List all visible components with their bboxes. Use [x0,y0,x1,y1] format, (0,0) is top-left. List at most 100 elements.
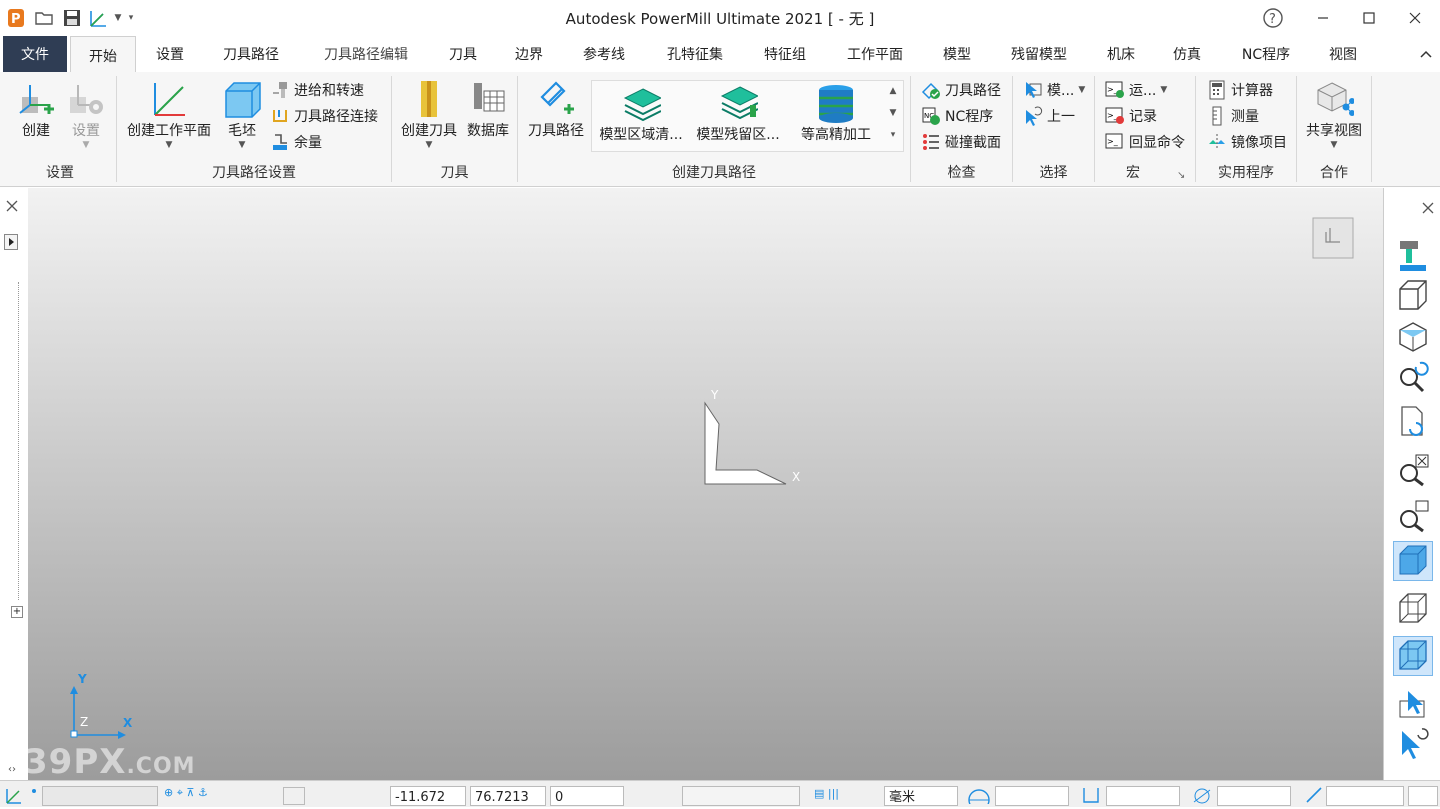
zoom-fit-icon[interactable] [1393,450,1433,490]
status-workplane-icon[interactable] [4,785,40,809]
close-view-toolbar-icon[interactable] [1422,202,1434,218]
machine-tool-icon[interactable] [1393,236,1433,276]
view-cube-button[interactable] [1313,218,1353,258]
coordinate-mode-icon[interactable] [630,787,676,805]
constant-z-finishing-button[interactable]: 等高精加工 [794,82,878,144]
tab-simulation[interactable]: 仿真 [1162,36,1212,72]
ruler-icon[interactable]: ▤ ||| [814,787,880,805]
minimize-button[interactable] [1308,6,1338,30]
tab-toolpath-edit[interactable]: 刀具路径编辑 [308,36,424,72]
tolerance-icon[interactable] [964,786,994,809]
share-view-button[interactable]: 共享视图 ▼ [1302,78,1366,150]
maximize-button[interactable] [1354,6,1384,30]
expand-explorer-icon[interactable] [4,234,18,250]
toolpath-connections-button[interactable]: 刀具路径连接 [270,105,378,127]
depth-icon[interactable] [1304,786,1324,804]
tab-machine[interactable]: 机床 [1098,36,1144,72]
help-icon[interactable]: ? [1258,6,1288,30]
constant-z-icon [816,82,856,124]
tree-expand-icon[interactable]: + [11,606,23,618]
inspect-toolpath-label: 刀具路径 [945,83,1001,99]
gallery-scroll-up[interactable]: ▲ [886,82,900,100]
select-model-dropdown-icon: ▼ [1078,85,1086,95]
echo-commands-button[interactable]: >_ 回显命令 [1105,131,1185,153]
settings-label: 设置 [72,123,100,139]
macro-dialog-launcher-icon[interactable]: ↘ [1177,164,1185,186]
create-workplane-button[interactable]: 创建工作平面 ▼ [122,78,216,150]
collapse-ribbon-icon[interactable] [1416,36,1436,72]
tab-view[interactable]: 视图 [1320,36,1366,72]
select-model-button[interactable]: 模... ▼ [1023,79,1085,101]
angle-icon[interactable] [1190,786,1214,804]
close-button[interactable] [1400,6,1430,30]
status-last-field[interactable] [1408,786,1438,806]
toolpath-button[interactable]: 刀具路径 [524,78,588,140]
tool-database-button[interactable]: 数据库 [464,78,512,140]
wireframe-view-icon[interactable] [1393,589,1433,629]
iso-view-icon[interactable] [1393,276,1433,316]
tab-file[interactable]: 文件 [3,36,67,72]
macro-record-button[interactable]: >_ 记录 [1105,105,1157,127]
tab-tool[interactable]: 刀具 [438,36,488,72]
create-tool-button[interactable]: 创建刀具 ▼ [398,78,460,150]
select-undo-icon[interactable] [1393,722,1433,762]
tab-hole-feature-set[interactable]: 孔特征集 [655,36,735,72]
stepover-icon[interactable] [1080,786,1102,804]
mini-axis-z: Z [80,715,89,729]
tab-model[interactable]: 模型 [933,36,981,72]
calculator-button[interactable]: 计算器 [1207,79,1273,101]
group-label-tool: 刀具 [440,165,469,181]
measure-icon [1207,106,1227,126]
connections-icon [270,106,290,126]
model-area-clearance-button[interactable]: 模型区域清... [595,82,687,144]
create-tool-label: 创建刀具 [401,123,457,139]
tab-workplane[interactable]: 工作平面 [836,36,914,72]
workplane-select[interactable] [42,786,158,806]
allowance-button[interactable]: 余量 [270,131,322,153]
zoom-box-icon[interactable] [1393,496,1433,536]
measure-button[interactable]: 测量 [1207,105,1259,127]
angle-field[interactable] [1217,786,1291,806]
select-previous-button[interactable]: 上一 [1023,105,1075,127]
inspect-toolpath-button[interactable]: 刀具路径 [921,79,1001,101]
top-view-icon[interactable] [1393,316,1433,356]
units-field[interactable]: 毫米 [884,786,958,806]
block-button[interactable]: 毛坯 ▼ [220,78,264,150]
grid-icon[interactable] [283,787,305,805]
tab-nc-program[interactable]: NC程序 [1228,36,1304,72]
inspect-nc-button[interactable]: NC NC程序 [921,105,993,127]
shaded-view-icon[interactable] [1393,541,1433,581]
stepover-field[interactable] [1106,786,1180,806]
block-icon [222,78,262,120]
depth-field[interactable] [1326,786,1404,806]
tab-feature-group[interactable]: 特征组 [754,36,816,72]
inspect-nc-label: NC程序 [945,109,994,125]
refresh-icon[interactable] [1393,402,1433,442]
feeds-speeds-label: 进给和转速 [294,83,364,99]
axis-constraint-icons[interactable]: ⊕ ⌖ ⊼ ⚓ [164,786,208,800]
gallery-expand[interactable]: ▾ [886,126,900,144]
group-label-utilities: 实用程序 [1218,165,1274,181]
select-mode-icon[interactable] [1393,684,1433,724]
tab-boundary[interactable]: 边界 [503,36,555,72]
zoom-rotate-icon[interactable] [1393,356,1433,396]
macro-run-button[interactable]: >_ 运... ▼ [1105,79,1167,101]
tab-pattern[interactable]: 参考线 [572,36,636,72]
explorer-scroll-icon[interactable]: ‹› [8,764,16,775]
feeds-speeds-button[interactable]: 进给和转速 [270,79,364,101]
tolerance-field[interactable] [995,786,1069,806]
settings-button[interactable]: 设置 ▼ [64,78,108,150]
graphics-viewport[interactable]: Y X Y X Z [28,188,1383,780]
model-rest-clearance-button[interactable]: 模型残留区... [692,82,784,144]
tab-toolpaths[interactable]: 刀具路径 [213,36,289,72]
tab-stock-model[interactable]: 残留模型 [999,36,1079,72]
tab-home[interactable]: 开始 [70,36,136,74]
collision-section-button[interactable]: 碰撞截面 [921,131,1001,153]
create-button[interactable]: 创建 [14,78,58,140]
close-explorer-icon[interactable] [6,200,18,216]
tab-setup[interactable]: 设置 [143,36,197,72]
gallery-scroll-down[interactable]: ▼ [886,104,900,122]
create-label: 创建 [22,123,50,139]
shaded-wireframe-icon[interactable] [1393,636,1433,676]
mirror-item-button[interactable]: 镜像项目 [1207,131,1287,153]
